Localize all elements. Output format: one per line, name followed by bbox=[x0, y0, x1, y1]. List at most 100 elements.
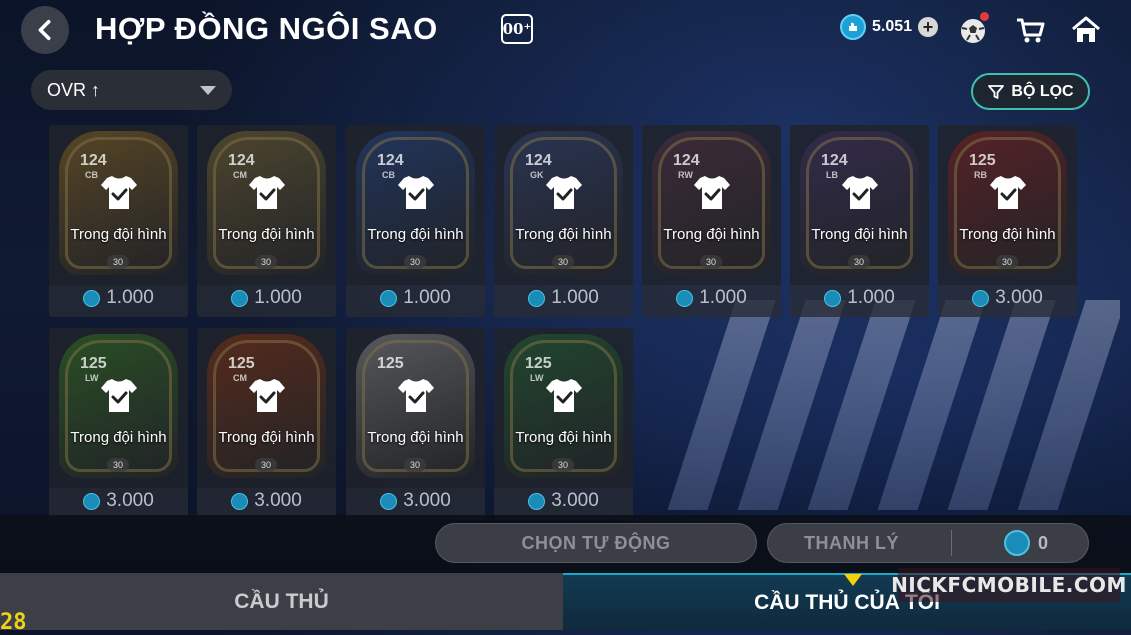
card-price-row: 1.000 bbox=[197, 287, 336, 309]
card-position: LW bbox=[85, 373, 99, 383]
card-price: 3.000 bbox=[106, 490, 154, 511]
card-price: 3.000 bbox=[403, 490, 451, 511]
top-bar: HỢP ĐỒNG NGÔI SAO 00⁺ 5.051 + bbox=[0, 0, 1131, 62]
player-card[interactable]: 124 CM Trong đội hình 30 1.000 bbox=[197, 125, 336, 317]
player-card[interactable]: 125 LW Trong đội hình 30 3.000 bbox=[49, 328, 188, 520]
filter-icon bbox=[988, 84, 1005, 99]
card-ovr: 124 bbox=[673, 152, 700, 169]
card-price-row: 1.000 bbox=[790, 287, 929, 309]
player-card[interactable]: 125 CM Trong đội hình 30 3.000 bbox=[197, 328, 336, 520]
active-tab-marker-icon bbox=[844, 574, 862, 586]
coin-icon bbox=[231, 492, 249, 510]
in-squad-shirt-icon bbox=[990, 176, 1026, 209]
title-badge: 00⁺ bbox=[501, 14, 533, 44]
page-title: HỢP ĐỒNG NGÔI SAO bbox=[95, 11, 438, 46]
filter-button[interactable]: BỘ LỌC bbox=[971, 73, 1090, 110]
card-position: CB bbox=[85, 170, 98, 180]
card-status: Trong đội hình bbox=[515, 226, 612, 243]
card-ovr: 125 bbox=[969, 152, 996, 169]
ball-button[interactable] bbox=[955, 12, 991, 48]
card-status: Trong đội hình bbox=[367, 429, 464, 446]
card-status: Trong đội hình bbox=[367, 226, 464, 243]
card-price: 1.000 bbox=[551, 287, 599, 308]
coin-icon bbox=[824, 289, 842, 307]
tab-players[interactable]: CẦU THỦ bbox=[0, 573, 563, 630]
currency-display: 5.051 + bbox=[840, 14, 939, 40]
card-status: Trong đội hình bbox=[218, 226, 315, 243]
add-currency-button[interactable]: + bbox=[918, 17, 939, 37]
coin-icon bbox=[380, 289, 398, 307]
in-squad-shirt-icon bbox=[101, 176, 137, 209]
chevron-left-icon bbox=[38, 19, 51, 41]
card-price-row: 3.000 bbox=[49, 490, 188, 512]
player-card[interactable]: 124 LB Trong đội hình 30 1.000 bbox=[790, 125, 929, 317]
player-card[interactable]: 125 Trong đội hình 30 3.000 bbox=[346, 328, 485, 520]
auto-select-button[interactable]: CHỌN TỰ ĐỘNG bbox=[435, 523, 757, 563]
card-price: 1.000 bbox=[699, 287, 747, 308]
corner-overlay-text: 28 bbox=[0, 610, 27, 635]
in-squad-shirt-icon bbox=[842, 176, 878, 209]
card-price-row: 1.000 bbox=[494, 287, 633, 309]
card-price: 1.000 bbox=[847, 287, 895, 308]
card-ovr: 124 bbox=[525, 152, 552, 169]
home-button[interactable] bbox=[1068, 12, 1104, 48]
card-position: RB bbox=[974, 170, 987, 180]
card-position: LB bbox=[826, 170, 838, 180]
card-level: 30 bbox=[552, 458, 574, 472]
card-price: 1.000 bbox=[106, 287, 154, 308]
sort-dropdown[interactable]: OVR ↑ bbox=[31, 70, 232, 110]
card-status: Trong đội hình bbox=[70, 226, 167, 243]
coin-icon bbox=[840, 14, 866, 40]
coin-icon bbox=[528, 492, 546, 510]
card-level: 30 bbox=[848, 255, 870, 269]
coin-icon bbox=[676, 289, 694, 307]
card-position: CB bbox=[382, 170, 395, 180]
card-ovr: 125 bbox=[80, 355, 107, 372]
liquidate-divider bbox=[951, 530, 952, 556]
player-card[interactable]: 125 LW Trong đội hình 30 3.000 bbox=[494, 328, 633, 520]
coin-icon bbox=[1004, 530, 1030, 556]
card-price-row: 3.000 bbox=[494, 490, 633, 512]
in-squad-shirt-icon bbox=[546, 176, 582, 209]
card-level: 30 bbox=[107, 458, 129, 472]
liquidate-count: 0 bbox=[1038, 532, 1049, 553]
back-button[interactable] bbox=[21, 6, 69, 54]
card-price: 3.000 bbox=[551, 490, 599, 511]
card-status: Trong đội hình bbox=[218, 429, 315, 446]
player-card[interactable]: 124 CB Trong đội hình 30 1.000 bbox=[49, 125, 188, 317]
dropdown-caret-icon bbox=[200, 85, 216, 95]
card-ovr: 124 bbox=[228, 152, 255, 169]
card-status: Trong đội hình bbox=[70, 429, 167, 446]
card-price-row: 1.000 bbox=[346, 287, 485, 309]
coin-icon bbox=[528, 289, 546, 307]
coin-icon bbox=[972, 289, 990, 307]
card-ovr: 124 bbox=[377, 152, 404, 169]
player-card[interactable]: 124 GK Trong đội hình 30 1.000 bbox=[494, 125, 633, 317]
cart-icon bbox=[1017, 18, 1045, 43]
card-price: 1.000 bbox=[403, 287, 451, 308]
card-price-row: 1.000 bbox=[49, 287, 188, 309]
card-position: RW bbox=[678, 170, 693, 180]
card-status: Trong đội hình bbox=[515, 429, 612, 446]
in-squad-shirt-icon bbox=[398, 379, 434, 412]
card-price-row: 3.000 bbox=[938, 287, 1077, 309]
filter-label: BỘ LỌC bbox=[1011, 82, 1074, 100]
shop-button[interactable] bbox=[1012, 12, 1048, 48]
card-price: 1.000 bbox=[254, 287, 302, 308]
card-ovr: 125 bbox=[228, 355, 255, 372]
card-level: 30 bbox=[996, 255, 1018, 269]
card-level: 30 bbox=[404, 458, 426, 472]
player-card[interactable]: 124 RW Trong đội hình 30 1.000 bbox=[642, 125, 781, 317]
coin-icon bbox=[83, 289, 101, 307]
player-card[interactable]: 124 CB Trong đội hình 30 1.000 bbox=[346, 125, 485, 317]
card-position: CM bbox=[233, 373, 247, 383]
card-level: 30 bbox=[255, 255, 277, 269]
card-level: 30 bbox=[700, 255, 722, 269]
player-card[interactable]: 125 RB Trong đội hình 30 3.000 bbox=[938, 125, 1077, 317]
card-price: 3.000 bbox=[995, 287, 1043, 308]
in-squad-shirt-icon bbox=[249, 176, 285, 209]
liquidate-label: THANH LÝ bbox=[804, 532, 899, 553]
card-status: Trong đội hình bbox=[811, 226, 908, 243]
card-position: CM bbox=[233, 170, 247, 180]
card-status: Trong đội hình bbox=[959, 226, 1056, 243]
